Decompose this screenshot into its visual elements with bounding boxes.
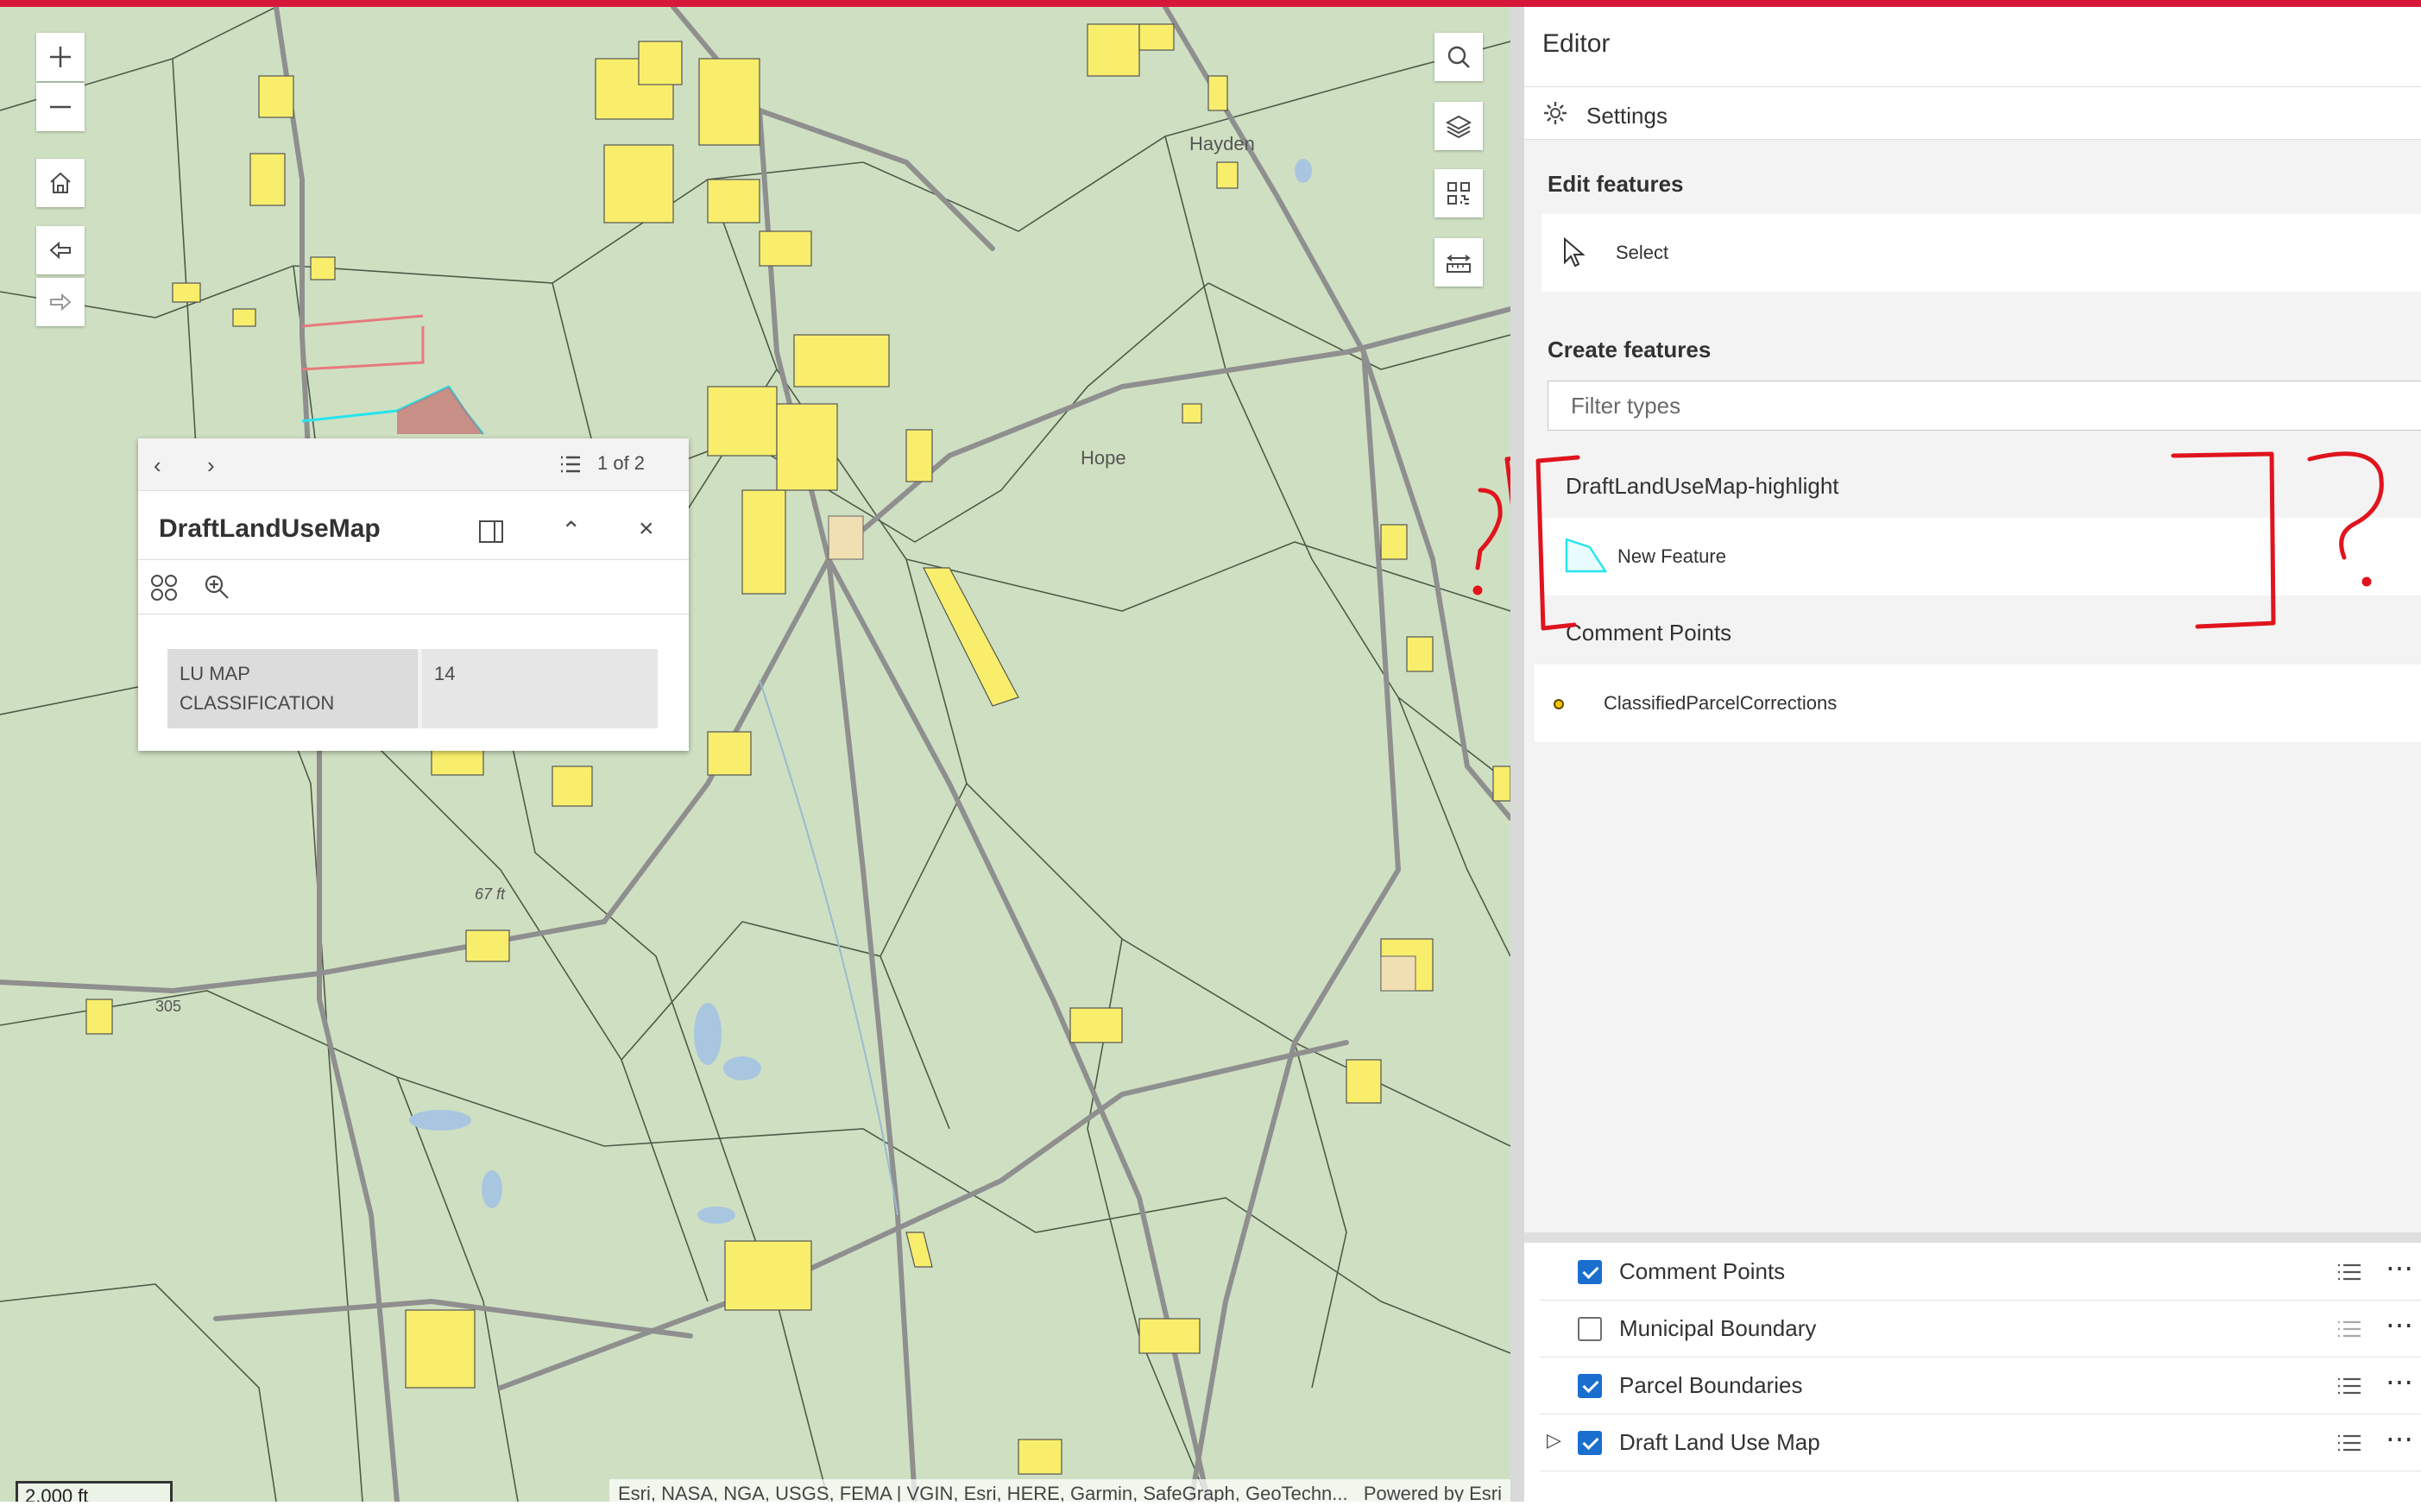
filter-types-input[interactable] <box>1569 392 2349 420</box>
create-features-heading: Create features <box>1548 337 1712 362</box>
map-label-hayden: Hayden <box>1189 133 1255 154</box>
map-label-route: 305 <box>155 998 182 1015</box>
arrow-right-icon <box>50 293 72 312</box>
attribution-text: Esri, NASA, NGA, USGS, FEMA | VGIN, Esri… <box>618 1483 1348 1502</box>
popup-tools <box>138 559 689 614</box>
layer-list: Comment Points ⋯ Municipal Boundary ⋯ Pa… <box>1524 1232 2421 1512</box>
panel-splitter[interactable] <box>1510 7 1524 1502</box>
layer-item-comment-points[interactable]: Comment Points ⋯ <box>1540 1243 2421 1301</box>
more-options-icon[interactable]: ⋯ <box>2386 1251 2414 1284</box>
template-label: ClassifiedParcelCorrections <box>1604 692 1838 714</box>
layer-visibility-checkbox[interactable] <box>1578 1260 1602 1284</box>
layers-button[interactable] <box>1434 102 1483 150</box>
select-label: Select <box>1616 242 1669 263</box>
next-extent-button[interactable] <box>36 278 85 326</box>
collapse-chevron-up-icon[interactable]: ⌃ <box>561 516 581 545</box>
dock-icon[interactable] <box>478 520 504 544</box>
layer-item-municipal-boundary[interactable]: Municipal Boundary ⋯ <box>1540 1300 2421 1358</box>
search-button[interactable] <box>1434 33 1483 81</box>
minus-icon <box>50 105 71 109</box>
zoom-to-icon[interactable] <box>202 572 231 602</box>
powered-by-esri[interactable]: Powered by Esri <box>1364 1479 1502 1502</box>
select-tool-button[interactable]: Select <box>1541 214 2421 292</box>
popup-navigation: ‹ › 1 of 2 <box>138 438 689 491</box>
table-row: LU MAP CLASSIFICATION 14 <box>167 649 658 728</box>
basemap <box>0 7 1510 1502</box>
filter-types-field[interactable] <box>1548 381 2421 431</box>
expand-caret-icon[interactable]: ▷ <box>1547 1429 1561 1452</box>
previous-extent-button[interactable] <box>36 226 85 274</box>
zoom-in-button[interactable] <box>36 33 85 81</box>
popup-title: DraftLandUseMap <box>159 514 381 543</box>
search-icon <box>1447 46 1470 68</box>
attribute-key: LU MAP CLASSIFICATION <box>167 649 422 728</box>
zoom-out-button[interactable] <box>36 83 85 131</box>
layer-label: Comment Points <box>1619 1258 1786 1284</box>
list-legend-icon[interactable] <box>2336 1319 2362 1339</box>
point-template-icon <box>1554 699 1564 709</box>
arrow-left-icon <box>49 241 71 260</box>
settings-label: Settings <box>1586 103 1668 129</box>
home-icon <box>50 172 71 193</box>
layer-label: Municipal Boundary <box>1619 1315 1817 1341</box>
layer-item-draft-land-use-map[interactable]: ▷ Draft Land Use Map ⋯ <box>1540 1414 2421 1471</box>
top-accent-bar <box>0 0 2421 7</box>
edit-features-heading: Edit features <box>1548 171 1684 197</box>
list-legend-icon[interactable] <box>2336 1262 2362 1282</box>
close-icon[interactable]: × <box>639 514 654 544</box>
gear-icon <box>1544 102 1567 124</box>
more-options-icon[interactable]: ⋯ <box>2386 1422 2414 1455</box>
chevron-right-icon[interactable]: › <box>207 452 215 479</box>
layer-item-parcel-boundaries[interactable]: Parcel Boundaries ⋯ <box>1540 1357 2421 1414</box>
more-options-icon[interactable]: ⋯ <box>2386 1308 2414 1341</box>
more-options-icon[interactable]: ⋯ <box>2386 1365 2414 1398</box>
list-legend-icon[interactable] <box>2336 1376 2362 1396</box>
cursor-arrow-icon <box>1564 236 1586 268</box>
popup-counter: 1 of 2 <box>597 452 646 474</box>
popup-attribute-table: LU MAP CLASSIFICATION 14 <box>167 649 658 728</box>
feature-popup[interactable]: ‹ › 1 of 2 DraftLandUseMap ⌃ × LU MAP CL… <box>138 438 689 751</box>
editor-header: Editor <box>1524 7 2421 87</box>
list-legend-icon[interactable] <box>2336 1433 2362 1453</box>
layer-label: Draft Land Use Map <box>1619 1429 1820 1455</box>
map-view[interactable]: Hayden Hope 305 67 ft ‹ › 1 of 2 DraftLa… <box>0 7 1510 1502</box>
home-button[interactable] <box>36 159 85 207</box>
layer-visibility-checkbox[interactable] <box>1578 1374 1602 1398</box>
attribution-bar[interactable]: Esri, NASA, NGA, USGS, FEMA | VGIN, Esri… <box>609 1479 1510 1502</box>
template-classified-parcel-corrections[interactable]: ClassifiedParcelCorrections <box>1535 665 2421 742</box>
settings-button[interactable]: Settings <box>1524 87 2421 140</box>
attribute-value: 14 <box>419 649 658 728</box>
scale-bar: 2,000 ft <box>16 1481 173 1502</box>
zoom-to-features-icon[interactable] <box>147 570 181 605</box>
feature-list-icon[interactable] <box>558 452 582 476</box>
layer-visibility-checkbox[interactable] <box>1578 1317 1602 1341</box>
red-annotation-marks <box>1535 451 2384 631</box>
chevron-left-icon[interactable]: ‹ <box>154 452 161 479</box>
plus-icon <box>50 47 71 67</box>
editor-title: Editor <box>1542 29 1611 58</box>
qr-grid-icon <box>1447 182 1470 205</box>
layer-label: Parcel Boundaries <box>1619 1372 1803 1398</box>
map-label-hope: Hope <box>1081 447 1126 469</box>
basemap-gallery-button[interactable] <box>1434 169 1483 217</box>
layers-icon <box>1445 115 1472 139</box>
layer-visibility-checkbox[interactable] <box>1578 1431 1602 1455</box>
measure-button[interactable] <box>1434 238 1483 287</box>
map-label-elevation: 67 ft <box>475 885 506 903</box>
measure-icon <box>1447 255 1471 273</box>
